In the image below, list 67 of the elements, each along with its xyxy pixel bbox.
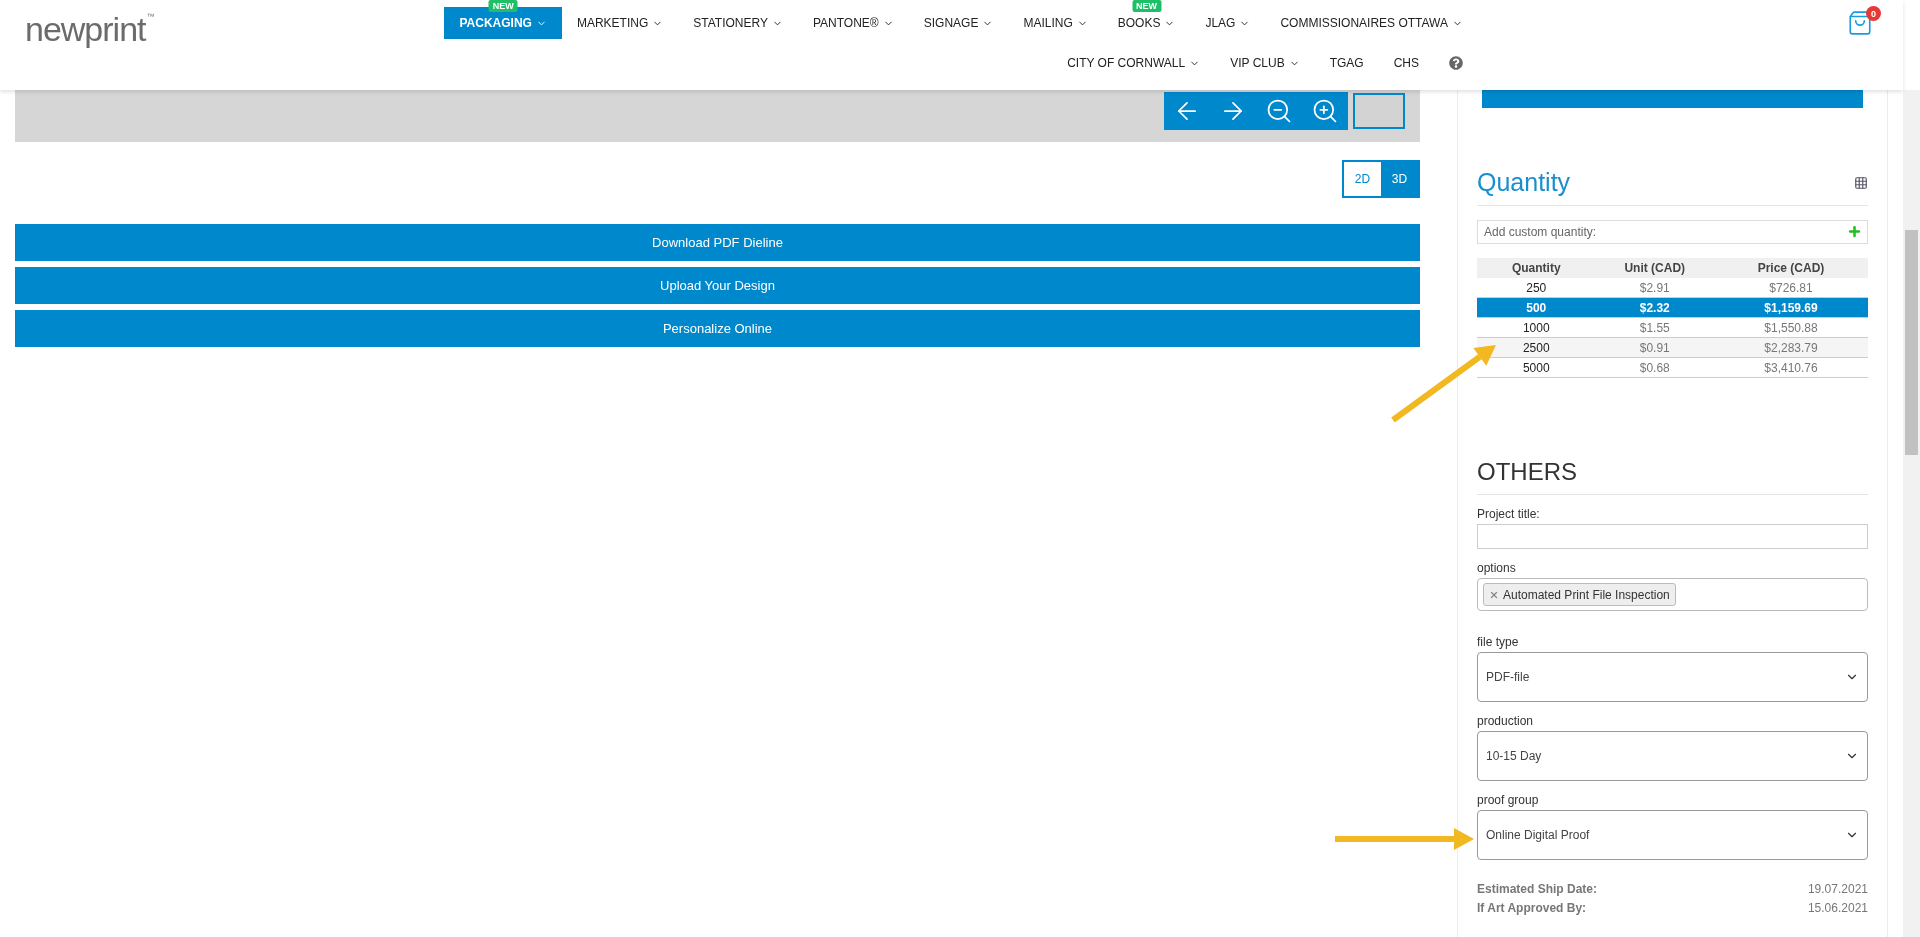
nav-item[interactable]: CITY OF CORNWALL	[1052, 47, 1216, 79]
quantity-heading: Quantity	[1477, 168, 1571, 197]
shopping-bag-icon[interactable]	[1847, 10, 1873, 36]
table-cell-text: $2.32	[1638, 300, 1671, 315]
nav-item[interactable]: STATIONERY	[678, 7, 798, 39]
field-label: Project title:	[1477, 507, 1541, 521]
action-button[interactable]: Personalize Online	[15, 310, 1420, 347]
plus-icon[interactable]	[1847, 224, 1862, 239]
remove-icon[interactable]	[1489, 589, 1499, 600]
view-mode-button[interactable]: 3D	[1381, 162, 1418, 196]
table-cell-text: 250	[1525, 280, 1548, 295]
nav-item[interactable]: PANTONE®	[797, 7, 909, 39]
field-label: proof group	[1477, 793, 1540, 807]
empty-slot[interactable]	[1353, 93, 1405, 129]
nav-item[interactable]: TGAG	[1314, 47, 1379, 79]
nav-item[interactable]: COMMISSIONAIRES OTTAWA	[1265, 7, 1478, 39]
zoom-in-icon	[1311, 97, 1339, 125]
date-value: 15.06.2021	[1807, 901, 1868, 915]
nav-item[interactable]: JLAG	[1190, 7, 1266, 39]
nav-item[interactable]: SIGNAGE	[908, 7, 1009, 39]
table-cell-text: $0.68	[1638, 360, 1671, 375]
trademark-sign: ™	[146, 12, 155, 21]
table-cell-text: $1.55	[1638, 320, 1671, 335]
scrollbar[interactable]	[1903, 90, 1920, 937]
select-field[interactable]: PDF-file	[1477, 652, 1868, 702]
help-icon[interactable]	[1449, 56, 1463, 70]
column-header: Unit (CAD)	[1623, 261, 1687, 275]
table-cell-text: 2500	[1521, 340, 1551, 355]
nav-item[interactable]: VIP CLUB	[1215, 47, 1315, 79]
table-cell-text: $2,283.79	[1763, 340, 1819, 355]
field-label: file type	[1477, 635, 1520, 649]
others-heading: OTHERS	[1477, 458, 1868, 495]
table-cell-text: $0.91	[1638, 340, 1671, 355]
column-header: Price (CAD)	[1756, 261, 1826, 275]
cart-count: 0	[1866, 6, 1881, 21]
field-label: options	[1477, 561, 1517, 575]
grid-icon[interactable]	[1854, 175, 1868, 190]
column-header: Quantity	[1510, 261, 1562, 275]
table-cell-text: $2.91	[1638, 280, 1671, 295]
new-badge: NEW	[1132, 0, 1162, 12]
price-row[interactable]: 500 $2.32 $1,159.69	[1477, 298, 1868, 318]
tag-field[interactable]: Automated Print File Inspection	[1477, 578, 1868, 611]
table-cell-text: 500	[1525, 300, 1548, 315]
table-cell-text: 5000	[1521, 360, 1551, 375]
table-cell-text: 1000	[1521, 320, 1551, 335]
nav-item[interactable]: CHS	[1378, 47, 1434, 79]
table-cell-text: $1,550.88	[1763, 320, 1819, 335]
field-label: production	[1477, 714, 1535, 728]
nav-item[interactable]: MAILING	[1008, 7, 1103, 39]
input-field[interactable]	[1477, 524, 1868, 549]
table-cell-text: $1,159.69	[1763, 300, 1819, 315]
nav-item[interactable]: MARKETING	[561, 7, 679, 39]
action-button[interactable]: Download PDF Dieline	[15, 224, 1420, 261]
price-row[interactable]: 2500 $0.91 $2,283.79	[1477, 338, 1868, 358]
zoom-out-icon	[1265, 97, 1293, 125]
date-label: If Art Approved By:	[1477, 901, 1587, 915]
table-cell-text: $3,410.76	[1763, 360, 1819, 375]
date-value: 19.07.2021	[1807, 882, 1868, 896]
action-button[interactable]: Upload Your Design	[15, 267, 1420, 304]
logo[interactable]: newprint	[25, 12, 146, 46]
date-label: Estimated Ship Date:	[1477, 882, 1598, 896]
select-field[interactable]: 10-15 Day	[1477, 731, 1868, 781]
new-badge: NEW	[488, 0, 518, 12]
table-cell-text: $726.81	[1768, 280, 1814, 295]
tag[interactable]: Automated Print File Inspection	[1483, 583, 1676, 606]
select-field[interactable]: Online Digital Proof	[1477, 810, 1868, 860]
custom-quantity-field[interactable]: Add custom quantity:	[1477, 220, 1868, 244]
